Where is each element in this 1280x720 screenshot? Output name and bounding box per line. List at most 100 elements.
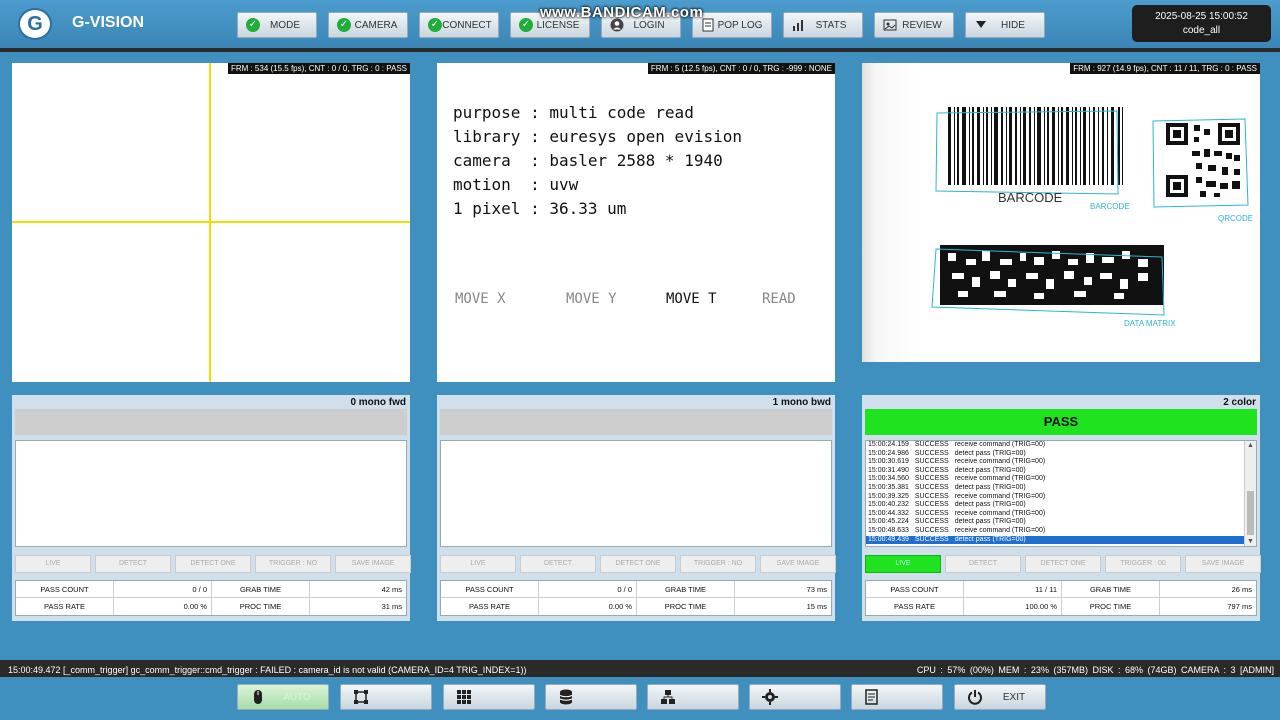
trigger-button[interactable]: TRIGGER : NO	[255, 555, 331, 573]
log-message: detect pass (TRIG=00)	[954, 466, 1026, 474]
footer-grid-button[interactable]	[443, 684, 535, 710]
footer-roi-button[interactable]	[340, 684, 432, 710]
log-time: 15:00:45.224	[868, 518, 909, 526]
pass-count-value: 11 / 11	[964, 581, 1062, 598]
log-status: SUCCESS	[914, 518, 949, 526]
detect-button[interactable]: DETECT	[945, 555, 1021, 573]
save-image-button[interactable]: SAVE IMAGE	[1185, 555, 1261, 573]
proc-time-value: 31 ms	[381, 602, 402, 611]
log-message: detect pass (TRIG=00)	[954, 501, 1026, 509]
nav-camera-button[interactable]: ✓ CAMERA	[328, 12, 408, 38]
log-time: 15:00:31.490	[868, 466, 909, 474]
info-line: library : euresys open evision	[453, 127, 742, 146]
info-line: purpose : multi code read	[453, 103, 694, 122]
log-message: receive command (TRIG=00)	[954, 475, 1046, 483]
log-line[interactable]: 15:00:34.560 SUCCESS receive command (TRIG…	[866, 475, 1256, 484]
detect-one-button[interactable]: DETECT ONE	[600, 555, 676, 573]
log-time: 15:00:39.325	[868, 492, 909, 500]
recipe-name: code_all	[1182, 25, 1221, 36]
footer-report-button[interactable]	[851, 684, 943, 710]
stats-table: PASS COUNT 11 / 11 GRAB TIME 26 ms PASS …	[865, 580, 1257, 616]
crosshair-horizontal	[12, 221, 410, 223]
log-line[interactable]: 15:00:48.633 SUCCESS receive command (TRIG…	[866, 527, 1256, 536]
log-line[interactable]: 15:00:24.159 SUCCESS receive command (TRIG…	[866, 441, 1256, 450]
log-line[interactable]: 15:00:40.232 SUCCESS detect pass (TRIG=00)	[866, 501, 1256, 510]
log-list[interactable]	[440, 440, 832, 547]
log-scrollbar[interactable]: ▲ ▼	[1244, 441, 1256, 546]
log-line[interactable]: 15:00:39.325 SUCCESS receive command (TRIG…	[866, 493, 1256, 502]
bar-chart-icon	[792, 18, 806, 32]
log-time: 15:00:35.381	[868, 483, 909, 491]
pass-count-label: PASS COUNT	[866, 581, 964, 598]
clock-box: 2025-08-25 15:00:52 code_all	[1132, 5, 1271, 42]
log-status: SUCCESS	[914, 441, 949, 448]
scroll-thumb[interactable]	[1247, 491, 1254, 535]
camera-view-2[interactable]: FRM : 927 (14.9 fps), CNT : 11 / 11, TRG…	[862, 63, 1260, 362]
image-review-icon	[883, 18, 897, 32]
save-image-button[interactable]: SAVE IMAGE	[335, 555, 411, 573]
detect-one-button[interactable]: DETECT ONE	[1025, 555, 1101, 573]
crop-icon	[353, 689, 369, 705]
panel-title: 1 mono bwd	[772, 397, 831, 408]
grab-time-label: GRAB TIME	[212, 581, 310, 598]
live-button[interactable]: LIVE	[15, 555, 91, 573]
nav-stats-button[interactable]: STATS	[783, 12, 863, 38]
footer-hierarchy-button[interactable]	[647, 684, 739, 710]
trigger-button[interactable]: TRIGGER : NO	[680, 555, 756, 573]
scroll-down-icon[interactable]: ▼	[1247, 538, 1254, 545]
camera-view-0[interactable]: FRM : 534 (15.5 fps), CNT : 0 / 0, TRG :…	[12, 63, 410, 382]
log-status: SUCCESS	[914, 501, 949, 509]
pass-rate-label: PASS RATE	[16, 598, 114, 615]
nav-poplog-button[interactable]: POP LOG	[692, 12, 772, 38]
log-line[interactable]: 15:00:44.332 SUCCESS receive command (TRIG…	[866, 510, 1256, 519]
camera-view-1[interactable]: FRM : 5 (12.5 fps), CNT : 0 / 0, TRG : -…	[437, 63, 835, 382]
log-line[interactable]: 15:00:49.439 SUCCESS detect pass (TRIG=00)	[866, 535, 1256, 545]
nav-hide-button[interactable]: HIDE	[965, 12, 1045, 38]
nav-review-button[interactable]: REVIEW	[874, 12, 954, 38]
hierarchy-icon	[660, 689, 676, 705]
detect-one-button[interactable]: DETECT ONE	[175, 555, 251, 573]
check-icon: ✓	[519, 18, 533, 32]
log-list[interactable]	[15, 440, 407, 547]
live-button[interactable]: LIVE	[440, 555, 516, 573]
log-time: 15:00:48.633	[868, 526, 909, 534]
footer-auto-button[interactable]: AUTO	[237, 684, 329, 710]
save-image-button[interactable]: SAVE IMAGE	[760, 555, 836, 573]
triangle-down-icon	[974, 18, 988, 32]
read-step: READ	[762, 291, 796, 307]
qrcode-graphic	[1152, 118, 1249, 208]
scroll-up-icon[interactable]: ▲	[1247, 442, 1254, 449]
pass-count-label: PASS COUNT	[441, 581, 539, 598]
footer-database-button[interactable]	[545, 684, 637, 710]
check-icon: ✓	[246, 18, 260, 32]
log-time: 15:00:44.332	[868, 509, 909, 517]
proc-time-label: PROC TIME	[637, 598, 735, 615]
log-line[interactable]: 15:00:30.619 SUCCESS receive command (TRIG…	[866, 458, 1256, 467]
grab-time-label: GRAB TIME	[1062, 581, 1160, 598]
log-line[interactable]: 15:00:24.986 SUCCESS detect pass (TRIG=00)	[866, 450, 1256, 459]
log-list[interactable]: 15:00:24.159 SUCCESS receive command (TRIG…	[865, 440, 1257, 547]
nav-mode-button[interactable]: ✓ MODE	[237, 12, 317, 38]
detect-button[interactable]: DETECT	[95, 555, 171, 573]
proc-time-value: 797 ms	[1227, 602, 1252, 611]
detect-button[interactable]: DETECT	[520, 555, 596, 573]
log-time: 15:00:30.619	[868, 458, 909, 466]
proc-time-label: PROC TIME	[1062, 598, 1160, 615]
trigger-button[interactable]: TRIGGER : 00	[1105, 555, 1181, 573]
live-button[interactable]: LIVE	[865, 555, 941, 573]
qrcode-label: QRCODE	[1218, 214, 1253, 223]
log-status: SUCCESS	[914, 526, 949, 534]
nav-connect-button[interactable]: ✓ CONNECT	[419, 12, 499, 38]
footer-settings-button[interactable]	[749, 684, 841, 710]
top-separator	[0, 48, 1280, 52]
log-line[interactable]: 15:00:35.381 SUCCESS detect pass (TRIG=00)	[866, 484, 1256, 493]
pass-count-value: 0 / 0	[539, 581, 637, 598]
pass-rate-label: PASS RATE	[441, 598, 539, 615]
log-line[interactable]: 15:00:31.490 SUCCESS detect pass (TRIG=00)	[866, 467, 1256, 476]
barcode-graphic	[935, 107, 1123, 195]
footer-exit-button[interactable]: EXIT	[954, 684, 1046, 710]
log-status: SUCCESS	[914, 466, 949, 474]
gear-icon	[762, 689, 778, 705]
log-message: receive command (TRIG=00)	[954, 526, 1046, 534]
log-line[interactable]: 15:00:45.224 SUCCESS detect pass (TRIG=00)	[866, 518, 1256, 527]
